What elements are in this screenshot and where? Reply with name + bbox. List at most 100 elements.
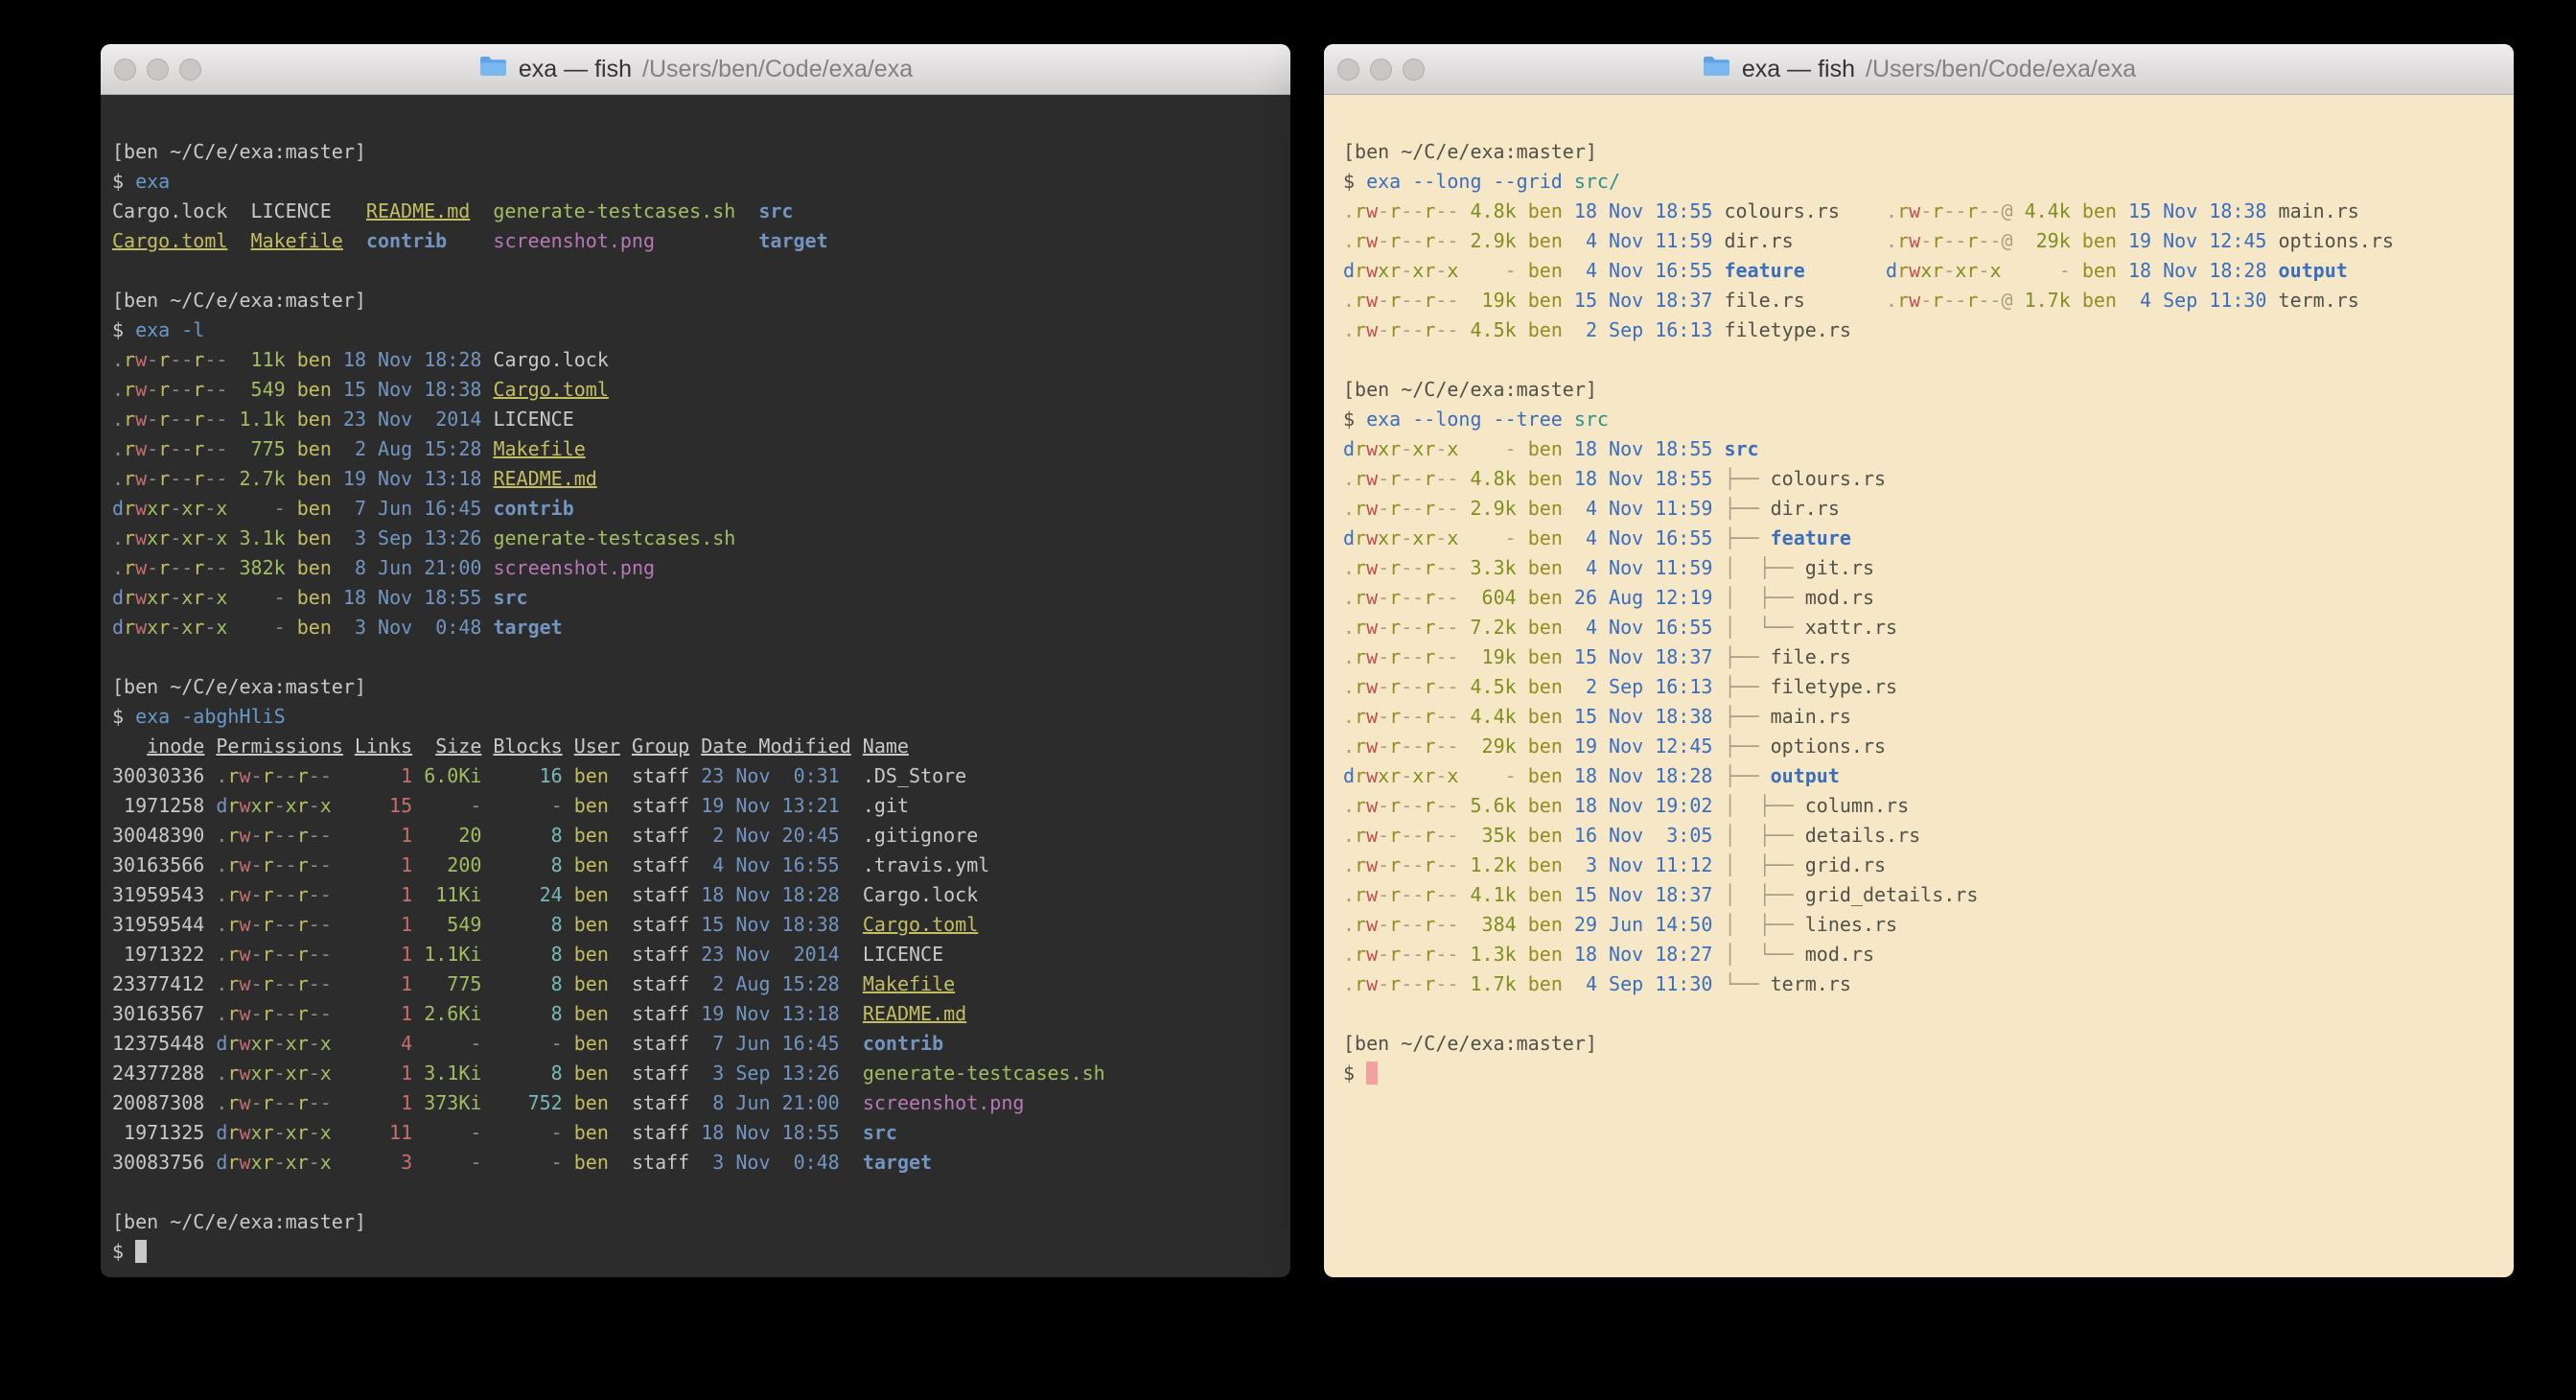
text-segment: x: [181, 497, 193, 520]
text-segment: r: [297, 1062, 309, 1085]
text-segment: exa --long --grid: [1366, 170, 1574, 193]
text-segment: .: [1343, 913, 1355, 936]
text-segment: r: [1355, 705, 1366, 728]
text-segment: r: [1897, 259, 1909, 282]
text-segment: r: [1389, 972, 1401, 995]
terminal-line: [112, 256, 1283, 286]
text-segment: [1563, 705, 1574, 728]
titlebar[interactable]: exa — fish /Users/ben/Code/exa/exa: [101, 44, 1290, 95]
text-segment: staff: [632, 1062, 701, 1085]
text-segment: r: [158, 467, 170, 490]
text-segment: [1517, 437, 1528, 460]
text-segment: w: [1366, 556, 1378, 579]
text-segment: w: [239, 913, 250, 936]
text-segment: 8: [493, 824, 562, 847]
text-segment: [2013, 229, 2025, 252]
text-segment: r: [1355, 794, 1366, 817]
text-segment: x: [1378, 764, 1389, 787]
text-segment: [609, 764, 632, 787]
text-segment: -: [1378, 705, 1389, 728]
text-segment: -: [1920, 289, 1932, 312]
text-segment: -: [1378, 794, 1389, 817]
text-segment: [332, 1002, 355, 1025]
text-segment: 4 Nov 16:55: [1574, 526, 1713, 549]
text-segment: 30048390: [112, 824, 216, 847]
text-segment: .: [1343, 467, 1355, 490]
text-segment: -: [493, 1121, 562, 1144]
text-segment: --: [1435, 794, 1458, 817]
text-segment: [227, 616, 239, 639]
close-button[interactable]: [1337, 58, 1359, 81]
text-segment: 19k: [1471, 289, 1517, 312]
text-segment: [1458, 556, 1470, 579]
text-segment: [1517, 556, 1528, 579]
text-segment: w: [239, 824, 250, 847]
text-segment: [1517, 586, 1528, 609]
text-segment: ben: [1528, 526, 1563, 549]
terminal-line: .rw-r--r-- 2.7k ben 19 Nov 13:18 README.…: [112, 464, 1283, 494]
text-segment: 3 Sep 13:26: [701, 1062, 840, 1085]
text-segment: r: [1389, 943, 1401, 966]
minimize-button[interactable]: [147, 58, 169, 81]
terminal-line: .rw-r--r-- 35k ben 16 Nov 3:05 │ ├── det…: [1343, 821, 2506, 851]
text-segment: x: [181, 526, 193, 549]
text-segment: [412, 1032, 424, 1055]
text-segment: 26 Aug 12:19: [1574, 586, 1713, 609]
text-segment: Cargo.toml: [863, 913, 978, 936]
text-segment: r: [297, 1121, 309, 1144]
text-segment: r: [263, 913, 274, 936]
close-button[interactable]: [114, 58, 136, 81]
text-segment: r: [1424, 972, 1435, 995]
text-segment: │ ├──: [1724, 556, 1804, 579]
text-segment: -: [170, 586, 181, 609]
text-segment: r: [263, 1151, 274, 1174]
text-segment: User: [574, 735, 620, 758]
text-segment: [1563, 913, 1574, 936]
text-segment: [1563, 616, 1574, 639]
text-segment: x: [1989, 259, 2001, 282]
text-segment: 19 Nov 13:21: [701, 794, 840, 817]
text-segment: 4 Nov 11:59: [1574, 556, 1713, 579]
text-segment: [609, 824, 632, 847]
text-segment: --: [1401, 913, 1424, 936]
text-segment: --: [274, 824, 297, 847]
terminal-line: .rw-r--r-- 1.2k ben 3 Nov 11:12 │ ├── gr…: [1343, 851, 2506, 880]
text-segment: 23 Nov 2014: [343, 408, 482, 431]
text-segment: r: [227, 1151, 239, 1174]
text-segment: 15 Nov 18:38: [1574, 705, 1713, 728]
text-segment: 549: [240, 378, 286, 401]
text-segment: [1712, 972, 1724, 995]
text-segment: .: [1343, 556, 1355, 579]
text-segment: [1517, 318, 1528, 341]
text-segment: --: [274, 1002, 297, 1025]
text-segment: [563, 913, 574, 936]
text-segment: 15: [355, 794, 412, 817]
text-segment: r: [1389, 318, 1401, 341]
text-segment: staff: [632, 853, 701, 876]
text-segment: r: [1355, 824, 1366, 847]
zoom-button[interactable]: [1403, 58, 1425, 81]
minimize-button[interactable]: [1370, 58, 1392, 81]
text-segment: [481, 794, 493, 817]
text-segment: 24: [493, 883, 562, 906]
text-segment: r: [227, 972, 239, 995]
text-segment: term.rs: [2279, 289, 2359, 312]
terminal-content[interactable]: [ben ~/C/e/exa:master]$ exaCargo.lock LI…: [101, 95, 1290, 1276]
text-segment: r: [1389, 526, 1401, 549]
text-segment: feature: [1724, 259, 1804, 282]
terminal-content[interactable]: [ben ~/C/e/exa:master]$ exa --long --gri…: [1324, 95, 2514, 1276]
zoom-button[interactable]: [179, 58, 201, 81]
text-segment: 1: [355, 853, 412, 876]
text-segment: ben: [574, 764, 609, 787]
text-segment: w: [1366, 764, 1378, 787]
titlebar[interactable]: exa — fish /Users/ben/Code/exa/exa: [1324, 44, 2514, 95]
text-segment: --@: [1978, 199, 2012, 222]
text-segment: r: [1424, 764, 1435, 787]
text-segment: [1563, 199, 1574, 222]
text-segment: -: [493, 794, 562, 817]
text-segment: 15 Nov 18:37: [1574, 645, 1713, 668]
text-segment: -: [274, 1062, 286, 1085]
text-segment: target: [863, 1151, 932, 1174]
text-segment: 35k: [1471, 824, 1517, 847]
text-segment: -: [1435, 526, 1447, 549]
